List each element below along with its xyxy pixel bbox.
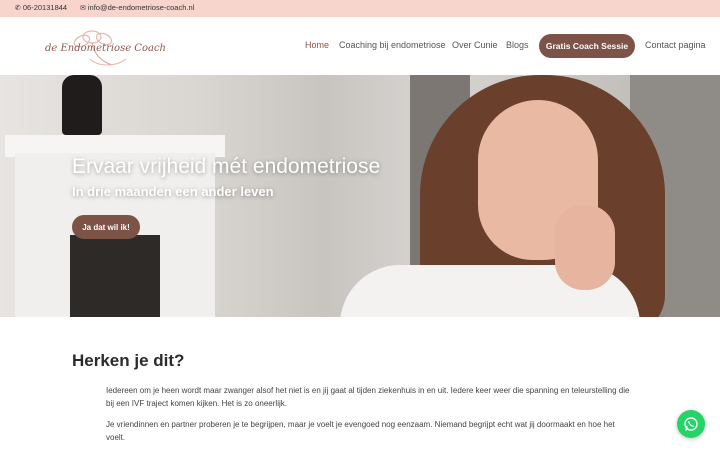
paragraph-2: Je vriendinnen en partner proberen je te… — [106, 420, 615, 442]
hero-portrait-hand — [555, 205, 615, 290]
hero-cta-button[interactable]: Ja dat wil ik! — [72, 215, 140, 239]
email-address: info@de-endometriose-coach.nl — [87, 3, 195, 12]
paragraph-1: Iedereen om je heen wordt maar zwanger a… — [106, 386, 630, 408]
main-nav: Home Coaching bij endometriose Over Cuni… — [0, 17, 720, 75]
nav-home[interactable]: Home — [305, 40, 329, 50]
nav-over-cunie[interactable]: Over Cunie — [452, 40, 498, 50]
whatsapp-button[interactable] — [677, 410, 705, 438]
nav-blogs[interactable]: Blogs — [506, 40, 529, 50]
site-header: de Endometriose Coach Home Coaching bij … — [0, 17, 720, 75]
nav-contact[interactable]: Contact pagina — [645, 40, 706, 50]
hero-vase — [62, 75, 102, 135]
hero-section: Ervaar vrijheid mét endometriose In drie… — [0, 75, 720, 317]
section-heading: Herken je dit? — [72, 351, 185, 370]
phone-icon: ✆ — [15, 4, 21, 12]
topbar-phone[interactable]: ✆ 06-20131844 — [15, 3, 67, 12]
whatsapp-icon — [684, 417, 698, 431]
top-bar: ✆ 06-20131844 ✉ info@de-endometriose-coa… — [0, 0, 720, 17]
nav-coaching[interactable]: Coaching bij endometriose — [339, 40, 446, 50]
hero-fireplace-opening — [70, 235, 160, 317]
hero-subtitle: In drie maanden een ander leven — [72, 184, 274, 199]
envelope-icon: ✉ — [80, 4, 86, 12]
topbar-email[interactable]: ✉ info@de-endometriose-coach.nl — [80, 3, 194, 12]
phone-number: 06-20131844 — [22, 3, 68, 12]
hero-title: Ervaar vrijheid mét endometriose — [72, 155, 381, 178]
gratis-coach-sessie-button[interactable]: Gratis Coach Sessie — [539, 34, 635, 58]
